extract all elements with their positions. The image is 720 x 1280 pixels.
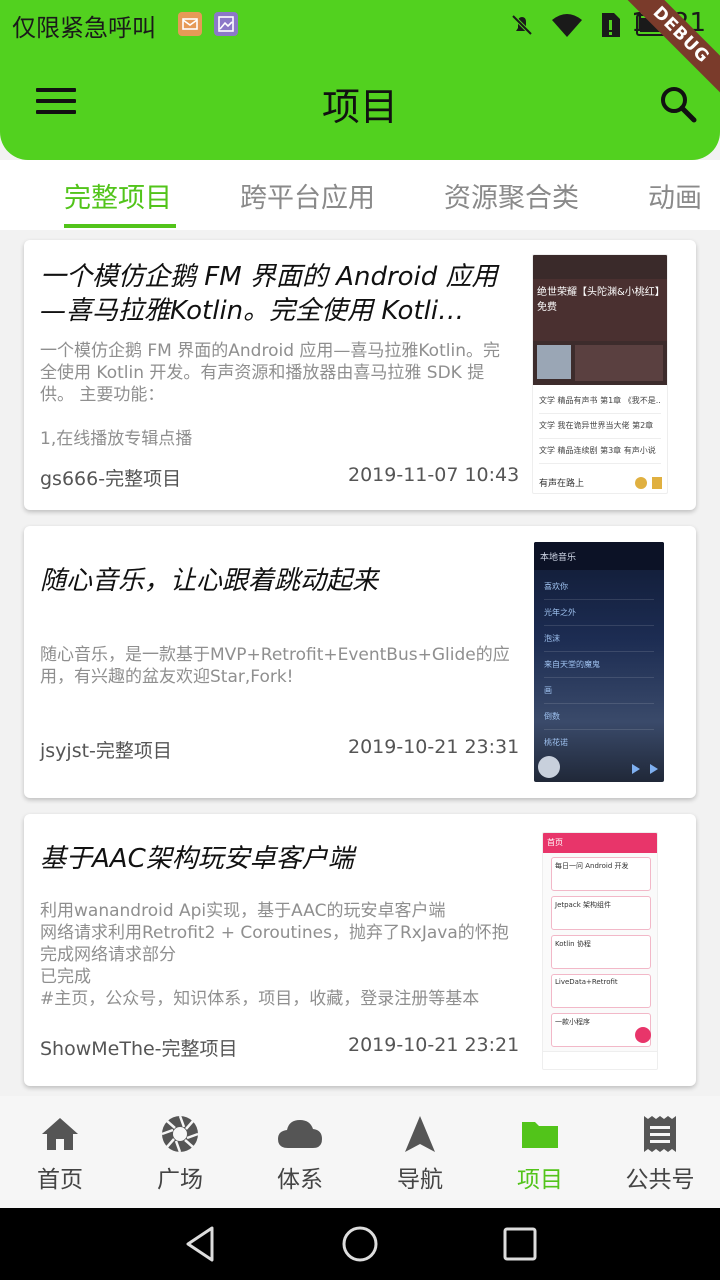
tab-indicator (64, 224, 176, 228)
description-line: 已完成 (40, 967, 91, 987)
project-tabs: 完整项目 跨平台应用 资源聚合类 动画 (0, 160, 720, 230)
thumbnail-item: LiveData+Retrofit (551, 974, 651, 1008)
description-line: 一个模仿企鹅 FM 界面的Android 应用—喜马拉雅Kotlin。完全使用 … (40, 341, 500, 405)
aperture-icon (161, 1115, 199, 1153)
nav-label: 广场 (157, 1167, 203, 1193)
project-thumbnail: 绝世荣耀【头陀渊&小桃红】免费 文学 精品有声书 第1章 《我不是... 文学 … (532, 254, 668, 494)
thumbnail-item: 每日一问 Android 开发 (551, 857, 651, 891)
muted-notification-icon (511, 14, 533, 36)
tab-resource-aggregation[interactable]: 资源聚合类 (444, 176, 579, 215)
thumbnail-item: 喜欢你 (544, 574, 654, 600)
mail-notification-icon (178, 12, 202, 36)
project-description: 利用wanandroid Api实现，基于AAC的玩安卓客户端 网络请求利用Re… (40, 900, 510, 1010)
thumbnail-item: Jetpack 架构组件 (551, 896, 651, 930)
thumbnail-item: 倒数 (544, 704, 654, 730)
home-circle-icon[interactable] (340, 1224, 380, 1264)
project-card[interactable]: 随心音乐，让心跟着跳动起来 随心音乐，是一款基于MVP+Retrofit+Eve… (24, 526, 696, 798)
image-notification-icon (214, 12, 238, 36)
thumbnail-item: 文学 精品连续剧 第3章 有声小说 (539, 439, 661, 464)
project-author: gs666-完整项目 (40, 468, 182, 490)
thumbnail-header: 绝世荣耀【头陀渊&小桃红】免费 (533, 279, 667, 341)
nav-item-projects[interactable]: 项目 (480, 1096, 600, 1208)
navigation-icon (405, 1116, 435, 1152)
project-author: ShowMeThe-完整项目 (40, 1038, 238, 1060)
tab-cross-platform[interactable]: 跨平台应用 (240, 176, 375, 215)
project-description: 一个模仿企鹅 FM 界面的Android 应用—喜马拉雅Kotlin。完全使用 … (40, 340, 510, 452)
thumbnail-item: Kotlin 协程 (551, 935, 651, 969)
description-line: 网络请求利用Retrofit2 + Coroutines，抛弃了RxJava的怀… (40, 923, 509, 965)
project-title: 基于AAC架构玩安卓客户端 (40, 844, 354, 874)
search-icon (661, 87, 697, 123)
project-card[interactable]: 基于AAC架构玩安卓客户端 利用wanandroid Api实现，基于AAC的玩… (24, 814, 696, 1086)
nav-item-system[interactable]: 体系 (240, 1096, 360, 1208)
thumbnail-footer: 有声在路上 (539, 479, 585, 489)
project-thumbnail: 首页 每日一问 Android 开发 Jetpack 架构组件 Kotlin 协… (542, 832, 658, 1070)
page-title: 项目 (321, 85, 398, 129)
project-date: 2019-10-21 23:21 (348, 1034, 520, 1056)
project-date: 2019-11-07 10:43 (348, 464, 520, 486)
description-line: 随心音乐，是一款基于MVP+Retrofit+EventBus+Glide的应用… (40, 645, 510, 687)
home-icon (42, 1118, 78, 1150)
nav-label: 首页 (37, 1167, 83, 1193)
project-title: 随心音乐，让心跟着跳动起来 (40, 566, 379, 596)
sim-no-service-icon (602, 13, 620, 37)
nav-item-official-accounts[interactable]: 公共号 (600, 1096, 720, 1208)
description-line: 1,在线播放专辑点播 (40, 429, 193, 449)
description-line (40, 406, 510, 428)
thumbnail-item: 文学 我在诡异世界当大佬 第2章 (539, 414, 661, 439)
thumbnail-header: 首页 (543, 833, 657, 853)
thumbnail-header: 本地音乐 (534, 542, 664, 570)
description-line: 利用wanandroid Api实现，基于AAC的玩安卓客户端 (40, 901, 446, 921)
thumbnail-item: 光年之外 (544, 600, 654, 626)
tab-animation[interactable]: 动画 (648, 176, 702, 215)
app-bar: 仅限紧急呼叫 15:21 DEBUG 项目 (0, 0, 720, 160)
project-title: 一个模仿企鹅 FM 界面的 Android 应用—喜马拉雅Kotlin。完全使用… (40, 262, 498, 326)
system-navigation-bar (0, 1208, 720, 1280)
nav-item-navigation[interactable]: 导航 (360, 1096, 480, 1208)
cloud-icon (278, 1120, 322, 1148)
wifi-icon (552, 14, 582, 37)
folder-icon (522, 1122, 558, 1148)
recents-icon[interactable] (500, 1224, 540, 1264)
nav-label: 公共号 (625, 1167, 695, 1193)
bottom-navigation: 首页 广场 体系 导航 项目 公共号 (0, 1096, 720, 1208)
nav-label: 导航 (397, 1167, 443, 1193)
thumbnail-item: 来自天堂的魔鬼 (544, 652, 654, 678)
description-line: #主页，公众号，知识体系，项目，收藏，登录注册等基本 (40, 989, 480, 1009)
project-description: 随心音乐，是一款基于MVP+Retrofit+EventBus+Glide的应用… (40, 644, 510, 710)
thumbnail-item: 泡沫 (544, 626, 654, 652)
status-bar: 仅限紧急呼叫 15:21 (0, 0, 720, 50)
search-button[interactable] (658, 84, 698, 124)
project-list[interactable]: 一个模仿企鹅 FM 界面的 Android 应用—喜马拉雅Kotlin。完全使用… (0, 230, 720, 1096)
project-thumbnail: 本地音乐 喜欢你 光年之外 泡沫 来自天堂的魔鬼 画 倒数 桃花诺 (534, 542, 664, 782)
receipt-icon (644, 1116, 676, 1152)
thumbnail-item: 桃花诺 (544, 738, 568, 747)
project-card[interactable]: 一个模仿企鹅 FM 界面的 Android 应用—喜马拉雅Kotlin。完全使用… (24, 240, 696, 510)
nav-label: 项目 (517, 1167, 563, 1193)
project-date: 2019-10-21 23:31 (348, 736, 520, 758)
back-icon[interactable] (180, 1224, 220, 1264)
thumbnail-item: 文学 精品有声书 第1章 《我不是... (539, 389, 661, 414)
project-author: jsyjst-完整项目 (40, 740, 172, 762)
thumbnail-item: 画 (544, 678, 654, 704)
nav-item-home[interactable]: 首页 (0, 1096, 120, 1208)
nav-item-square[interactable]: 广场 (120, 1096, 240, 1208)
nav-label: 体系 (277, 1167, 323, 1193)
carrier-label: 仅限紧急呼叫 (12, 14, 156, 42)
tab-complete-projects[interactable]: 完整项目 (64, 176, 172, 215)
